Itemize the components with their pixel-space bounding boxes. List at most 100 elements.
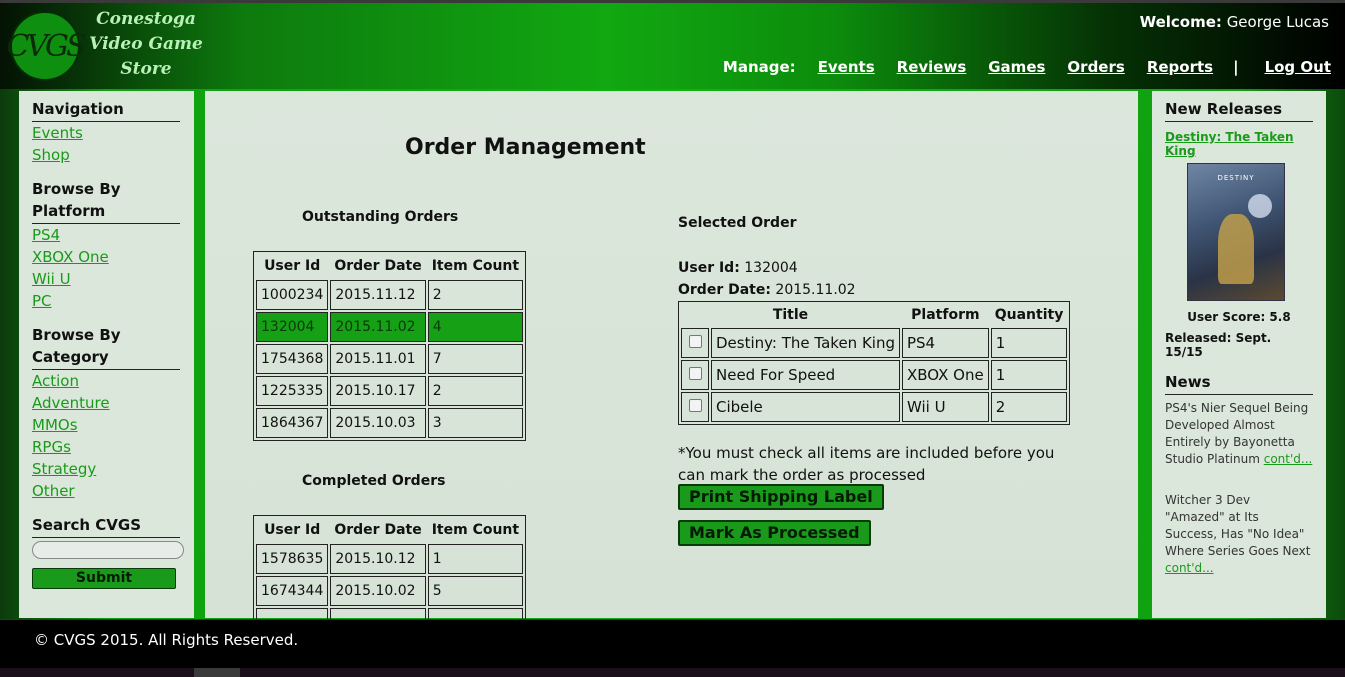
column-order-date: Order Date	[334, 258, 422, 274]
news-item: PS4's Nier Sequel Being Developed Almost…	[1165, 400, 1313, 468]
cell-order-date: 2015.10.17	[330, 376, 426, 406]
platform-link-ps4[interactable]: PS4	[32, 224, 180, 246]
cell-order-date: 2015.10.03	[330, 408, 426, 438]
outstanding-orders-heading: Outstanding Orders	[302, 209, 459, 225]
column-item-count: Item Count	[431, 258, 520, 274]
cell-order-date: 2015.11.01	[330, 344, 426, 374]
cell-item-count: 2	[427, 280, 524, 310]
table-row[interactable]: 1674344 2015.10.02 5	[256, 576, 524, 606]
logo-text: Conestoga Video Game Store	[86, 7, 206, 82]
cell-quantity: 1	[990, 328, 1068, 358]
cover-figure	[1218, 214, 1254, 284]
column-title: Title	[772, 307, 809, 323]
outstanding-orders-table: User Id Order Date Item Count 1000234 201…	[253, 251, 527, 441]
right-sidebar: New Releases Destiny: The Taken King DES…	[1152, 91, 1326, 618]
game-cover-image[interactable]: DESTINY	[1187, 163, 1285, 301]
category-link-action[interactable]: Action	[32, 370, 180, 392]
cell-user-id: 1754368	[256, 344, 329, 374]
processing-note: *You must check all items are included b…	[678, 444, 1055, 484]
table-row-selected[interactable]: 132004 2015.11.02 4	[256, 312, 524, 342]
cell-user-id: 1864367	[256, 408, 329, 438]
news-contd-link[interactable]: cont'd...	[1165, 561, 1214, 575]
new-release-link[interactable]: Destiny: The Taken King	[1165, 130, 1313, 158]
release-date: Released: Sept. 15/15	[1165, 331, 1272, 359]
nav-logout[interactable]: Log Out	[1265, 58, 1331, 76]
table-row[interactable]: 1225335 2015.10.17 2	[256, 376, 524, 406]
logo-letters: CVGS	[6, 28, 86, 64]
column-order-date: Order Date	[334, 522, 422, 538]
platform-link-wii-u[interactable]: Wii U	[32, 268, 180, 290]
cell-order-date: 2015.10.12	[330, 544, 426, 574]
column-user-id: User Id	[264, 522, 321, 538]
search-input[interactable]	[32, 541, 184, 559]
cell-item-count: 7	[427, 344, 524, 374]
cell-item-count: 2	[427, 376, 524, 406]
cell-user-id: 1578635	[256, 544, 329, 574]
category-link-rpgs[interactable]: RPGs	[32, 436, 180, 458]
logo-line-1: Conestoga	[96, 9, 196, 29]
mark-as-processed-button[interactable]: Mark As Processed	[678, 520, 871, 546]
welcome-user: George Lucas	[1226, 13, 1329, 31]
column-item-count: Item Count	[431, 522, 520, 538]
news-heading: News	[1165, 371, 1313, 395]
welcome-message: Welcome: George Lucas	[1140, 13, 1329, 31]
sel-user-label: User Id:	[678, 260, 740, 276]
taskbar-button[interactable]	[194, 668, 240, 677]
category-link-mmos[interactable]: MMOs	[32, 414, 180, 436]
platform-link-pc[interactable]: PC	[32, 290, 180, 312]
left-sidebar: Navigation Events Shop Browse By Platfor…	[19, 91, 194, 618]
table-row[interactable]: 1864367 2015.10.03 3	[256, 408, 524, 438]
cell-title: Cibele	[711, 392, 900, 422]
column-quantity: Quantity	[994, 307, 1064, 323]
news-contd-link[interactable]: cont'd...	[1264, 452, 1313, 466]
cover-glow	[1248, 194, 1272, 218]
cell-order-date: 2015.10.02	[330, 576, 426, 606]
submit-button[interactable]: Submit	[32, 568, 176, 589]
cvgs-logo[interactable]: CVGS	[6, 11, 87, 81]
nav-orders[interactable]: Orders	[1067, 58, 1124, 76]
platform-link-xbox-one[interactable]: XBOX One	[32, 246, 180, 268]
table-row: Cibele Wii U 2	[681, 392, 1068, 422]
category-heading: Browse By Category	[32, 324, 180, 370]
page-title: Order Management	[405, 135, 646, 160]
selected-order-heading: Selected Order	[678, 215, 797, 231]
table-row[interactable]: 1000234 2015.11.12 2	[256, 280, 524, 310]
table-row: Need For Speed XBOX One 1	[681, 360, 1068, 390]
nav-reviews[interactable]: Reviews	[897, 58, 967, 76]
nav-reports[interactable]: Reports	[1147, 58, 1213, 76]
item-checkbox[interactable]	[688, 399, 702, 412]
cell-platform: PS4	[901, 328, 989, 358]
item-checkbox[interactable]	[688, 335, 702, 348]
sel-date-value: 2015.11.02	[775, 282, 856, 298]
sel-date-label: Order Date:	[678, 282, 771, 298]
print-shipping-label-button[interactable]: Print Shipping Label	[678, 484, 884, 510]
column-user-id: User Id	[264, 258, 321, 274]
item-checkbox[interactable]	[688, 367, 702, 380]
top-nav: Manage: Events Reviews Games Orders Repo…	[701, 58, 1331, 76]
news-item: Witcher 3 Dev "Amazed" at Its Success, H…	[1165, 492, 1313, 577]
table-row[interactable]: 1578635 2015.10.12 1	[256, 544, 524, 574]
table-row[interactable]: 1754368 2015.11.01 7	[256, 344, 524, 374]
nav-games[interactable]: Games	[988, 58, 1045, 76]
category-link-other[interactable]: Other	[32, 480, 180, 502]
content-stage: Navigation Events Shop Browse By Platfor…	[0, 89, 1345, 641]
cell-item-count: 3	[427, 408, 524, 438]
category-link-adventure[interactable]: Adventure	[32, 392, 180, 414]
site-header: CVGS Conestoga Video Game Store Welcome:…	[0, 0, 1345, 89]
platform-heading: Browse By Platform	[32, 178, 180, 224]
category-link-strategy[interactable]: Strategy	[32, 458, 180, 480]
manage-label: Manage:	[722, 58, 796, 76]
cell-platform: XBOX One	[901, 360, 989, 390]
logo-line-3: Store	[120, 59, 172, 79]
navigation-heading: Navigation	[32, 98, 180, 122]
welcome-label: Welcome:	[1139, 13, 1222, 31]
sidebar-link-events[interactable]: Events	[32, 122, 180, 144]
nav-events[interactable]: Events	[818, 58, 875, 76]
cell-user-id: 1225335	[256, 376, 329, 406]
user-score: User Score: 5.8	[1187, 310, 1291, 324]
news-text: Witcher 3 Dev "Amazed" at Its Success, H…	[1165, 493, 1311, 558]
completed-orders-heading: Completed Orders	[302, 473, 446, 489]
cell-quantity: 2	[990, 392, 1068, 422]
search-heading: Search CVGS	[32, 514, 180, 538]
sidebar-link-shop[interactable]: Shop	[32, 144, 180, 166]
